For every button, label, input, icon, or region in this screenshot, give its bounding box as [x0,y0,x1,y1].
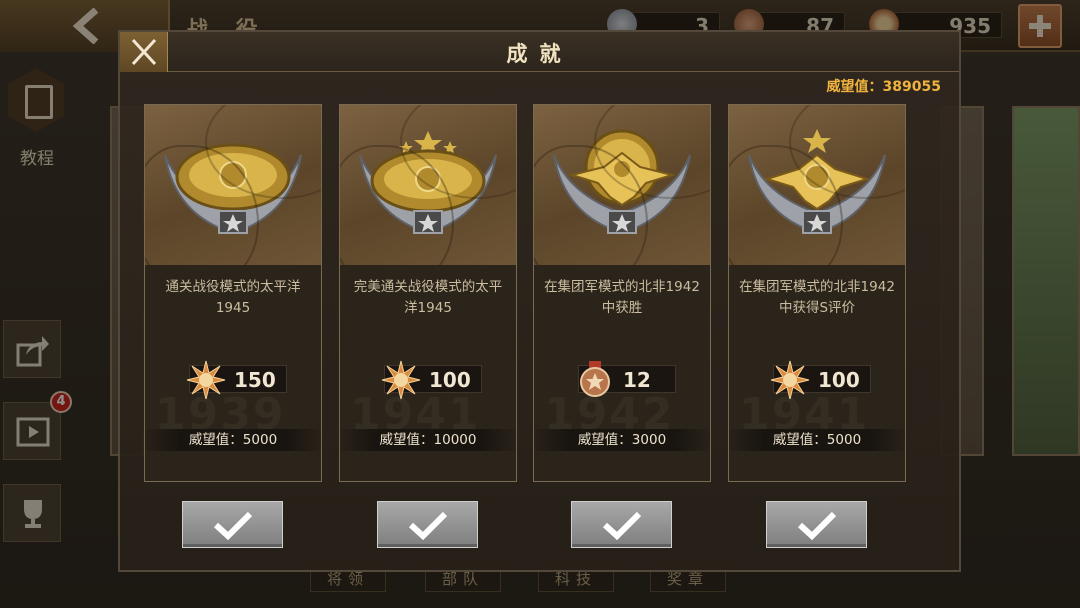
claim-reward-button[interactable] [571,501,672,548]
achievement-description: 在集团军模式的北非1942中获胜 [544,279,700,316]
checkmark-icon [408,511,448,540]
prestige-sun-icon [770,360,810,400]
reward-box: 150 [186,360,287,400]
dialog-header: 成就 [120,32,959,72]
prestige-sun-icon [381,360,421,400]
achievement-badge-art [145,105,321,265]
prestige-total: 威望值：389055 [826,79,941,95]
achievement-card: 通关战役模式的太平洋1945 1939 150 威望值：5000 [144,104,322,482]
reward-value: 100 [429,368,471,392]
dialog-title: 成就 [506,42,573,66]
prestige-sun-icon [186,360,226,400]
reward-value: 100 [818,368,860,392]
prestige-reward: 威望值：3000 [534,429,710,451]
achievement-card: 在集团军模式的北非1942中获胜 1942 12 威望值：3000 [533,104,711,482]
reward-box: 12 [578,361,676,397]
achievement-description: 通关战役模式的太平洋1945 [165,279,301,316]
gold-wings-badge-icon [164,143,302,235]
checkmark-icon [602,511,642,540]
claim-reward-button[interactable] [766,501,867,548]
reward-box: 100 [381,360,482,400]
claim-reward-button[interactable] [377,501,478,548]
checkmark-icon [797,511,837,540]
gold-eagle-badge-icon [553,129,691,235]
bronze-medal-icon [580,361,610,397]
prestige-reward: 威望值：5000 [145,429,321,451]
achievement-badge-art [729,105,905,265]
achievement-description: 完美通关战役模式的太平洋1945 [353,279,503,316]
achievement-description: 在集团军模式的北非1942中获得S评价 [739,279,895,316]
achievement-badge-art [534,105,710,265]
achievement-card: 完美通关战役模式的太平洋1945 1941 100 威望值：10000 [339,104,517,482]
achievements-dialog: 成就 威望值：389055 通关战役模式的太平洋1945 1939 150 威望… [118,30,961,572]
prestige-reward: 威望值：5000 [729,429,905,451]
gold-wings-star-badge-icon [359,131,497,235]
claim-reward-button[interactable] [182,501,283,548]
checkmark-icon [213,511,253,540]
reward-value: 150 [234,368,276,392]
prestige-reward: 威望值：10000 [340,429,516,451]
gold-eagle-s-badge-icon [748,129,886,235]
achievement-card: 在集团军模式的北非1942中获得S评价 1941 100 威望值：5000 [728,104,906,482]
achievement-badge-art [340,105,516,265]
reward-box: 100 [770,360,871,400]
reward-value: 12 [623,368,651,392]
